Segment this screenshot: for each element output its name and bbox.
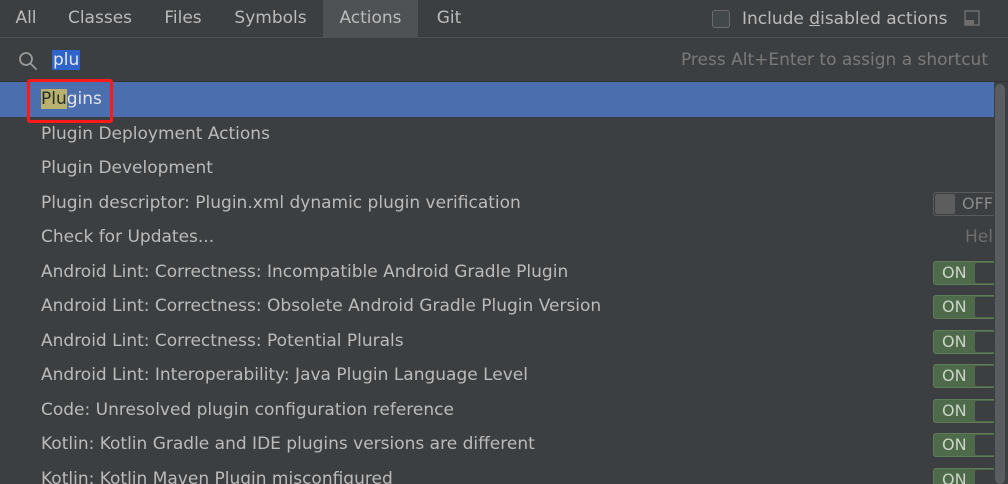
list-item[interactable]: Kotlin: Kotlin Gradle and IDE plugins ve… (0, 427, 994, 462)
result-label: Android Lint: Correctness: Potential Plu… (41, 330, 404, 351)
result-label: Plugin Development (41, 158, 213, 178)
results-list: Plugins Plugin Deployment Actions Plugin… (0, 82, 994, 484)
toggle-state: ON (942, 297, 967, 316)
include-disabled-actions-checkbox[interactable]: Include disabled actions (712, 0, 947, 37)
toggle-switch[interactable]: ON (933, 398, 994, 423)
match-highlight: Plu (41, 89, 67, 109)
label-part-2: isabled actions (820, 8, 948, 29)
result-label: Kotlin: Kotlin Maven Plugin misconfigure… (41, 468, 393, 484)
search-icon (19, 52, 37, 70)
tab-classes[interactable]: Classes (52, 0, 148, 37)
list-item[interactable]: Plugin Deployment Actions (0, 117, 994, 152)
toggle-switch[interactable]: ON (933, 467, 994, 484)
shortcut-hint: Press Alt+Enter to assign a shortcut (680, 50, 988, 70)
toggle-knob (935, 193, 955, 214)
search-query: plu (52, 50, 81, 70)
list-item[interactable]: Android Lint: Correctness: Potential Plu… (0, 324, 994, 359)
checkbox-box[interactable] (712, 9, 730, 28)
toggle-knob (975, 469, 994, 484)
toggle-state: ON (942, 435, 967, 454)
toggle-state: ON (942, 331, 967, 351)
toggle-knob (975, 400, 994, 421)
toggle-state: OFF (962, 193, 993, 213)
search-everywhere-popup: All Classes Files Symbols Actions Git In… (0, 0, 1008, 484)
result-label-rest: gins (66, 89, 102, 109)
result-label: Android Lint: Interoperability: Java Plu… (41, 365, 528, 385)
search-row: plu Press Alt+Enter to assign a shortcut (0, 38, 1008, 82)
list-item[interactable]: Kotlin: Kotlin Maven Plugin misconfigure… (0, 462, 994, 484)
toggle-switch[interactable]: ON (933, 329, 994, 354)
result-label: Kotlin: Kotlin Gradle and IDE plugins ve… (41, 434, 535, 454)
toggle-knob (975, 331, 994, 352)
result-label: Check for Updates... (41, 227, 215, 247)
result-label: Plugin Deployment Actions (41, 123, 270, 144)
scrollbar[interactable] (994, 82, 1008, 484)
list-item[interactable]: Android Lint: Correctness: Incompatible … (0, 255, 994, 290)
result-label: Android Lint: Correctness: Obsolete Andr… (41, 296, 602, 316)
tab-bar: All Classes Files Symbols Actions Git In… (0, 0, 1008, 38)
list-item[interactable]: Plugin descriptor: Plugin.xml dynamic pl… (0, 186, 994, 221)
toggle-switch[interactable]: OFF (933, 191, 994, 216)
label-mnemonic: d (809, 8, 821, 29)
list-item[interactable]: Android Lint: Interoperability: Java Plu… (0, 358, 994, 393)
result-label: Plugin descriptor: Plugin.xml dynamic pl… (41, 192, 521, 213)
scrollbar-thumb[interactable] (995, 84, 1005, 484)
result-label: Code: Unresolved plugin configuration re… (41, 399, 454, 420)
group-label: Help (965, 227, 994, 247)
tab-files[interactable]: Files (148, 0, 218, 37)
result-label: Plugins (41, 82, 102, 116)
include-disabled-actions-label: Include disabled actions (742, 9, 947, 29)
pin-window-icon[interactable] (963, 9, 981, 27)
toggle-state: ON (942, 469, 967, 484)
toggle-knob (975, 435, 994, 455)
toggle-switch[interactable]: ON (933, 433, 994, 457)
tab-symbols[interactable]: Symbols (218, 0, 323, 37)
toggle-knob (975, 366, 994, 386)
toggle-state: ON (942, 400, 967, 420)
toggle-knob (975, 262, 994, 283)
toggle-switch[interactable]: ON (933, 295, 994, 319)
tab-git[interactable]: Git (418, 0, 480, 37)
list-item[interactable]: Plugins (0, 82, 994, 117)
toggle-knob (975, 297, 994, 317)
toggle-state: ON (942, 366, 967, 385)
toggle-state: ON (942, 262, 967, 282)
tab-actions[interactable]: Actions (323, 0, 418, 37)
toggle-switch[interactable]: ON (933, 260, 994, 285)
search-input[interactable]: plu (52, 47, 81, 73)
list-item[interactable]: Android Lint: Correctness: Obsolete Andr… (0, 289, 994, 324)
list-item[interactable]: Check for Updates... Help (0, 220, 994, 255)
tab-all[interactable]: All (0, 0, 52, 37)
list-item[interactable]: Plugin Development (0, 151, 994, 186)
label-part-1: Include (742, 8, 810, 29)
toggle-switch[interactable]: ON (933, 364, 994, 388)
list-item[interactable]: Code: Unresolved plugin configuration re… (0, 393, 994, 428)
result-label: Android Lint: Correctness: Incompatible … (41, 261, 569, 282)
